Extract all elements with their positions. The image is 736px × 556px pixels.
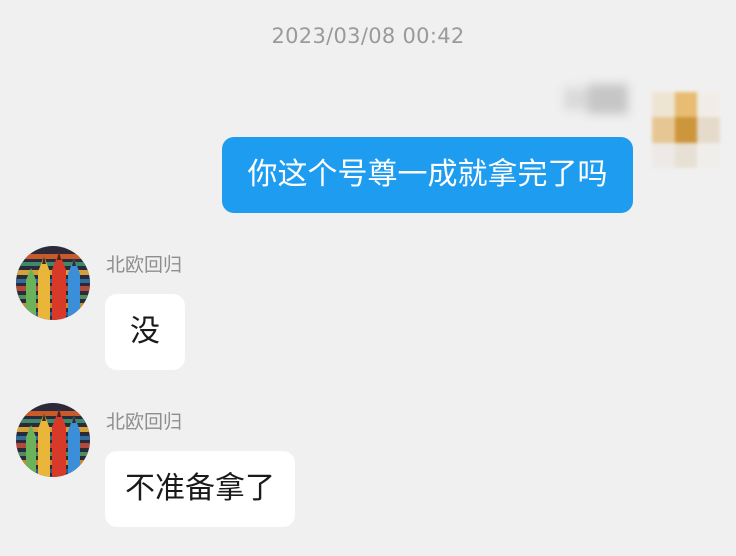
colored-pencils-avatar-icon[interactable] — [16, 403, 90, 477]
message-timestamp: 2023/03/08 00:42 — [271, 24, 465, 48]
incoming-message-bubble[interactable]: 没 — [105, 294, 185, 370]
chat-window: 2023/03/08 00:42 你这个号尊一成就拿完了吗 北欧回归 没 北欧回… — [0, 0, 736, 556]
sender-name: 北欧回归 — [106, 411, 183, 433]
incoming-message-bubble[interactable]: 不准备拿了 — [105, 451, 295, 527]
pixelated-avatar-icon[interactable] — [652, 92, 720, 168]
outgoing-message-bubble[interactable]: 你这个号尊一成就拿完了吗 — [222, 137, 633, 213]
colored-pencils-avatar-icon[interactable] — [16, 246, 90, 320]
sender-name-blurred — [558, 82, 634, 118]
sender-name: 北欧回归 — [106, 254, 183, 276]
